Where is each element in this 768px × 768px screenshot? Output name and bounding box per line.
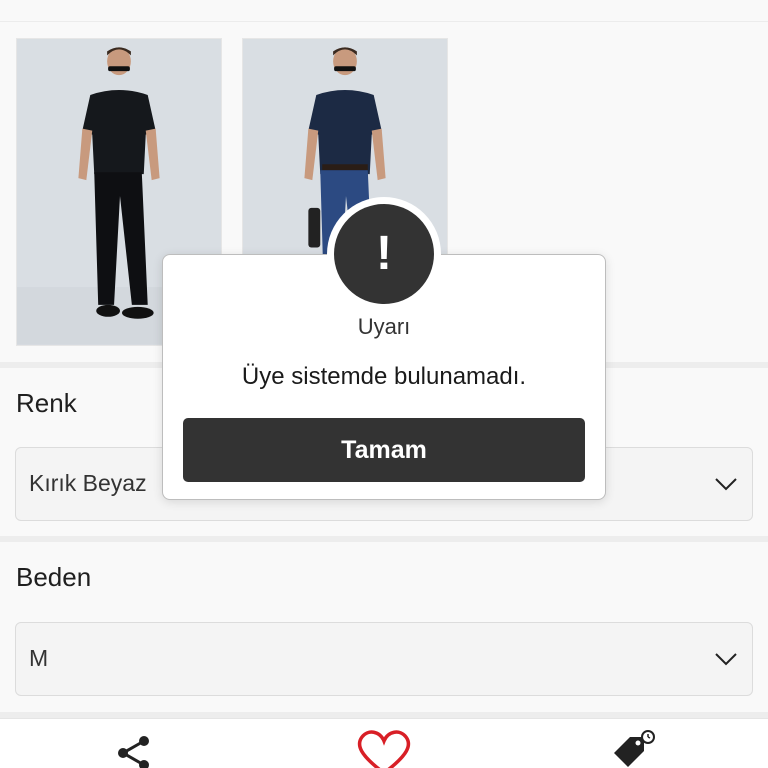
ok-button[interactable]: Tamam bbox=[183, 418, 585, 482]
alert-icon-badge: ! bbox=[327, 197, 441, 311]
exclamation-icon: ! bbox=[334, 204, 434, 304]
alert-title: Uyarı bbox=[357, 314, 411, 339]
alert-overlay: ! Uyarı Üye sistemde bulunamadı. Tamam bbox=[0, 0, 768, 768]
alert-message: Üye sistemde bulunamadı. bbox=[241, 363, 527, 390]
